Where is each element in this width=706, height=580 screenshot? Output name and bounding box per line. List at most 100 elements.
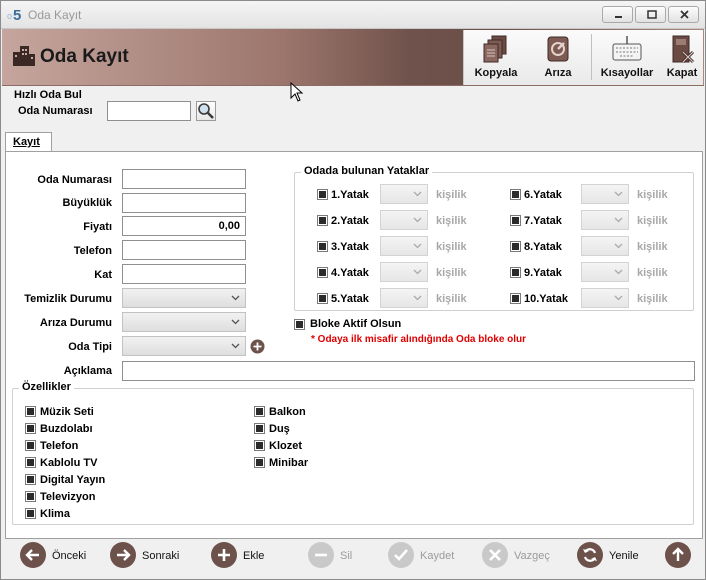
wrench-icon <box>547 36 569 62</box>
fault-status-select[interactable] <box>122 312 246 332</box>
exit-button[interactable]: Kapat <box>662 30 702 85</box>
bed-1-unit: kişilik <box>436 189 467 201</box>
floor-label: Kat <box>94 269 112 281</box>
room-number-label: Oda Numarası <box>37 174 112 186</box>
add-button[interactable]: Ekle <box>211 542 271 572</box>
fault-button[interactable]: Arıza <box>534 30 582 85</box>
chevron-down-icon <box>614 191 623 197</box>
bed-7-unit: kişilik <box>637 215 668 227</box>
feature-cable-tv-checkbox[interactable] <box>25 457 36 468</box>
bed-4-unit: kişilik <box>436 267 467 279</box>
save-label: Kaydet <box>420 550 455 562</box>
feature-shower-checkbox[interactable] <box>254 423 265 434</box>
feature-digital-checkbox[interactable] <box>25 474 36 485</box>
scroll-top-button[interactable] <box>665 542 691 572</box>
copy-button[interactable]: Kopyala <box>470 30 522 85</box>
bed-9-checkbox[interactable] <box>510 267 521 278</box>
title-bar: o5 Oda Kayıt <box>1 1 705 29</box>
close-window-button[interactable] <box>668 6 699 23</box>
room-type-select[interactable] <box>122 336 246 356</box>
refresh-button[interactable]: Yenile <box>577 542 647 572</box>
bed-7-checkbox[interactable] <box>510 215 521 226</box>
feature-phone-checkbox[interactable] <box>25 440 36 451</box>
chevron-down-icon <box>231 319 240 325</box>
block-active-checkbox[interactable] <box>294 319 305 330</box>
room-number-input[interactable] <box>122 169 246 189</box>
feature-music-label: Müzik Seti <box>40 406 94 418</box>
feature-balcony-label: Balkon <box>269 406 306 418</box>
bed-10-select[interactable] <box>581 288 629 308</box>
chevron-down-icon <box>413 191 422 197</box>
bed-3-checkbox[interactable] <box>317 241 328 252</box>
quick-search-button[interactable] <box>196 101 216 121</box>
copy-icon <box>483 35 507 63</box>
save-button[interactable]: Kaydet <box>388 542 463 572</box>
bed-2-checkbox[interactable] <box>317 215 328 226</box>
x-icon <box>489 549 501 561</box>
feature-phone-label: Telefon <box>40 440 79 452</box>
bed-9-select[interactable] <box>581 262 629 282</box>
bed-8-select[interactable] <box>581 236 629 256</box>
bed-10-checkbox[interactable] <box>510 293 521 304</box>
price-input[interactable]: 0,00 <box>122 216 246 236</box>
tab-kayit[interactable]: Kayıt <box>5 132 52 152</box>
chevron-down-icon <box>413 269 422 275</box>
page-title: Oda Kayıt <box>40 46 129 67</box>
bed-6-label: 6.Yatak <box>524 189 562 201</box>
minus-icon <box>315 553 327 557</box>
quick-find-room-input[interactable] <box>107 101 191 121</box>
bed-5-select[interactable] <box>380 288 428 308</box>
cleaning-status-select[interactable] <box>122 288 246 308</box>
description-input[interactable] <box>122 361 695 381</box>
previous-label: Önceki <box>52 550 87 562</box>
app-window: o5 Oda Kayıt Oda Kayıt Kopyala Arıza Kıs… <box>0 0 706 580</box>
arrow-up-icon <box>672 547 684 561</box>
bed-4-select[interactable] <box>380 262 428 282</box>
svg-text:5: 5 <box>13 7 21 23</box>
bed-5-checkbox[interactable] <box>317 293 328 304</box>
bed-3-select[interactable] <box>380 236 428 256</box>
feature-minibar-label: Minibar <box>269 457 309 469</box>
cancel-button[interactable]: Vazgeç <box>482 542 557 572</box>
chevron-down-icon <box>614 295 623 301</box>
quick-find-title: Hızlı Oda Bul <box>14 89 82 101</box>
maximize-button[interactable] <box>635 6 666 23</box>
size-input[interactable] <box>122 193 246 213</box>
floor-input[interactable] <box>122 264 246 284</box>
feature-fridge-checkbox[interactable] <box>25 423 36 434</box>
shortcuts-button[interactable]: Kısayollar <box>597 30 657 85</box>
bed-1-select[interactable] <box>380 184 428 204</box>
feature-toilet-checkbox[interactable] <box>254 440 265 451</box>
minimize-button[interactable] <box>602 6 633 23</box>
header-band: Oda Kayıt Kopyala Arıza Kısayollar Kapat <box>2 29 704 86</box>
previous-button[interactable]: Önceki <box>20 542 90 572</box>
feature-music-checkbox[interactable] <box>25 406 36 417</box>
keyboard-icon <box>612 36 642 61</box>
feature-tv-checkbox[interactable] <box>25 491 36 502</box>
bed-9-unit: kişilik <box>637 267 668 279</box>
bed-4-checkbox[interactable] <box>317 267 328 278</box>
bed-1-checkbox[interactable] <box>317 189 328 200</box>
room-type-label: Oda Tipi <box>68 341 112 353</box>
bed-10-label: 10.Yatak <box>524 293 569 305</box>
arrow-right-icon <box>117 549 131 561</box>
next-button[interactable]: Sonraki <box>110 542 185 572</box>
delete-button[interactable]: Sil <box>308 542 358 572</box>
bed-6-checkbox[interactable] <box>510 189 521 200</box>
bed-8-checkbox[interactable] <box>510 241 521 252</box>
chevron-down-icon <box>413 295 422 301</box>
bed-10-unit: kişilik <box>637 293 668 305</box>
chevron-down-icon <box>614 269 623 275</box>
add-room-type-icon[interactable] <box>250 339 265 354</box>
quick-find-section: Hızlı Oda Bul Oda Numarası <box>8 89 700 126</box>
feature-minibar-checkbox[interactable] <box>254 457 265 468</box>
cleaning-status-label: Temizlik Durumu <box>24 293 112 305</box>
close-icon <box>680 10 689 19</box>
feature-ac-checkbox[interactable] <box>25 508 36 519</box>
bed-7-select[interactable] <box>581 210 629 230</box>
phone-input[interactable] <box>122 240 246 260</box>
fault-status-label: Arıza Durumu <box>39 317 112 329</box>
bed-2-select[interactable] <box>380 210 428 230</box>
feature-balcony-checkbox[interactable] <box>254 406 265 417</box>
bed-6-select[interactable] <box>581 184 629 204</box>
